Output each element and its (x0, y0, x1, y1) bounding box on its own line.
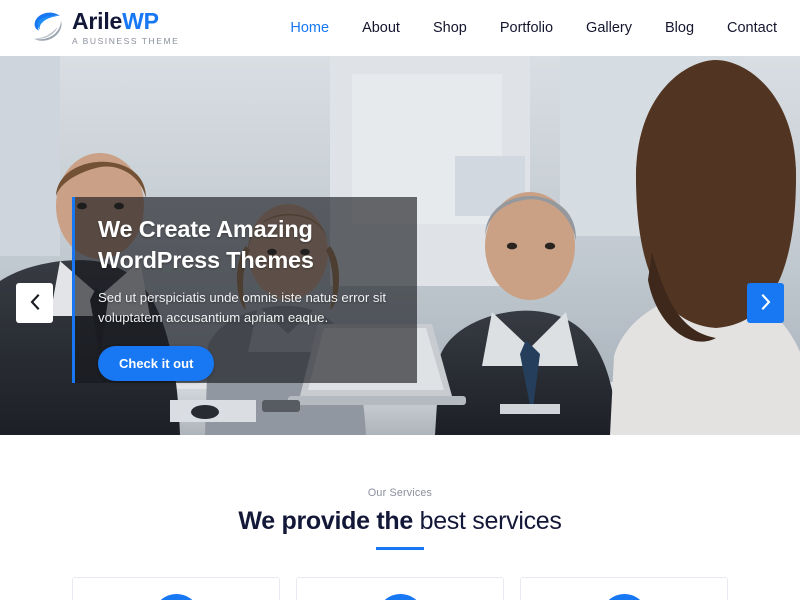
brand-title: ArileWP (72, 10, 179, 33)
site-header: ArileWP A BUSINESS THEME Home About Shop… (0, 0, 800, 56)
nav-item-shop[interactable]: Shop (433, 14, 467, 42)
service-card-list (0, 577, 800, 600)
hero-caption-box: We Create Amazing WordPress Themes Sed u… (72, 197, 417, 383)
check-it-out-button[interactable]: Check it out (98, 346, 215, 381)
services-section: Our Services We provide the best service… (0, 435, 800, 600)
brand-tagline: A BUSINESS THEME (72, 36, 180, 46)
hero-title: We Create Amazing WordPress Themes (98, 216, 314, 273)
hero-subtitle: Sed ut perspiciatis unde omnis iste natu… (98, 290, 387, 325)
section-title: We provide the best services (0, 507, 800, 536)
brand-name-blue: WP (122, 8, 159, 34)
slider-prev-button[interactable] (16, 283, 53, 323)
nav-item-contact[interactable]: Contact (727, 14, 777, 42)
brand-name-dark: Arile (72, 8, 123, 34)
nav-item-gallery[interactable]: Gallery (586, 14, 632, 42)
nav-item-blog[interactable]: Blog (665, 14, 694, 42)
nav-item-home[interactable]: Home (290, 14, 329, 42)
gears-icon (600, 594, 648, 600)
service-card[interactable] (520, 577, 728, 600)
slider-next-button[interactable] (747, 283, 784, 323)
monitor-icon (152, 594, 200, 600)
brand-text: ArileWP A BUSINESS THEME (72, 10, 180, 47)
service-card[interactable] (72, 577, 280, 600)
nav-item-about[interactable]: About (362, 14, 400, 42)
chevron-right-icon (761, 293, 771, 313)
section-title-light: best services (412, 507, 562, 535)
nav-item-portfolio[interactable]: Portfolio (500, 14, 553, 42)
paper-plane-icon (376, 594, 424, 600)
main-navigation: Home About Shop Portfolio Gallery Blog C… (290, 14, 777, 42)
title-underline (376, 547, 424, 550)
chevron-left-icon (30, 293, 40, 313)
section-eyebrow: Our Services (367, 487, 433, 499)
service-card[interactable] (296, 577, 504, 600)
swoosh-globe-icon (31, 10, 65, 46)
hero-slider: We Create Amazing WordPress Themes Sed u… (0, 56, 800, 435)
section-title-bold: We provide the (238, 507, 413, 535)
site-logo[interactable]: ArileWP A BUSINESS THEME (31, 10, 179, 46)
